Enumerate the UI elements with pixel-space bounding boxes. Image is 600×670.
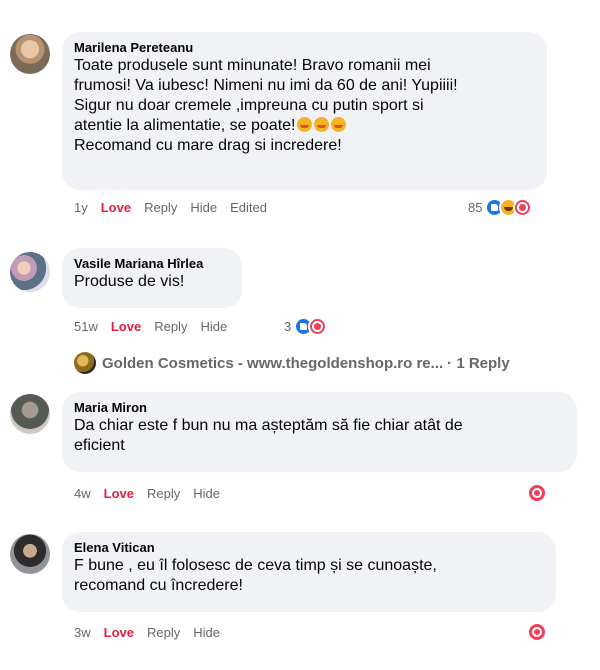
comment-text: Da chiar este f bun nu ma așteptăm să fi… <box>74 417 463 454</box>
love-button[interactable]: Love <box>104 625 134 640</box>
comment-author[interactable]: Marilena Pereteanu <box>74 40 535 56</box>
love-button[interactable]: Love <box>111 319 141 334</box>
reply-button[interactable]: Reply <box>154 319 187 334</box>
reply-button[interactable]: Reply <box>144 200 177 215</box>
comment-timestamp[interactable]: 3w <box>74 625 91 640</box>
reply-button[interactable]: Reply <box>147 625 180 640</box>
comment-bubble: Vasile Mariana Hîrlea Produse de vis! <box>62 248 242 308</box>
page-reply-link[interactable]: Golden Cosmetics - www.thegoldenshop.ro … <box>74 351 510 375</box>
love-reaction-icon[interactable] <box>529 624 545 640</box>
reply-count[interactable]: · 1 Reply <box>447 355 510 372</box>
reply-author[interactable]: Golden Cosmetics - www.thegoldenshop.ro … <box>102 355 443 372</box>
comment-author[interactable]: Elena Vitican <box>74 540 544 556</box>
avatar[interactable] <box>10 34 50 74</box>
hide-button[interactable]: Hide <box>200 319 227 334</box>
hide-button[interactable]: Hide <box>190 200 217 215</box>
smiling-face-with-hearts-icon <box>331 117 347 132</box>
smiling-face-with-hearts-icon <box>314 117 330 132</box>
comment-text: Toate produsele sunt minunate! Bravo rom… <box>74 57 458 154</box>
reaction-summary[interactable]: 85 <box>468 197 533 217</box>
comment-author[interactable]: Maria Miron <box>74 400 565 416</box>
avatar[interactable] <box>10 252 50 292</box>
comment-bubble: Maria Miron Da chiar este f bun nu ma aș… <box>62 392 577 472</box>
hide-button[interactable]: Hide <box>193 486 220 501</box>
smiling-face-with-hearts-icon <box>297 117 313 132</box>
comment-text: Produse de vis! <box>74 273 185 290</box>
page-avatar <box>74 352 96 374</box>
comment-actions: 51w Love Reply Hide <box>74 317 240 335</box>
love-reaction-icon <box>308 316 328 336</box>
reaction-count: 3 <box>284 318 292 334</box>
comment-author[interactable]: Vasile Mariana Hîrlea <box>74 256 230 272</box>
comment-bubble: Elena Vitican F bune , eu îl folosesc de… <box>62 532 556 612</box>
comment-actions: 1y Love Reply Hide Edited <box>74 198 280 216</box>
love-reaction-icon[interactable] <box>529 485 545 501</box>
comment-timestamp[interactable]: 1y <box>74 200 88 215</box>
reaction-count: 85 <box>468 199 483 215</box>
comment-actions: 3w Love Reply Hide <box>74 623 233 641</box>
reply-button[interactable]: Reply <box>147 486 180 501</box>
comment-timestamp[interactable]: 51w <box>74 319 98 334</box>
comment-bubble: Marilena Pereteanu Toate produsele sunt … <box>62 32 547 190</box>
love-button[interactable]: Love <box>101 200 131 215</box>
comment-text: F bune , eu îl folosesc de ceva timp și … <box>74 557 437 594</box>
love-button[interactable]: Love <box>104 486 134 501</box>
comment-actions: 4w Love Reply Hide <box>74 484 233 502</box>
love-reaction-icon <box>513 197 533 217</box>
edited-label[interactable]: Edited <box>230 200 267 215</box>
hide-button[interactable]: Hide <box>193 625 220 640</box>
avatar[interactable] <box>10 534 50 574</box>
avatar[interactable] <box>10 394 50 434</box>
comment-timestamp[interactable]: 4w <box>74 486 91 501</box>
reaction-summary[interactable]: 3 <box>284 316 328 336</box>
